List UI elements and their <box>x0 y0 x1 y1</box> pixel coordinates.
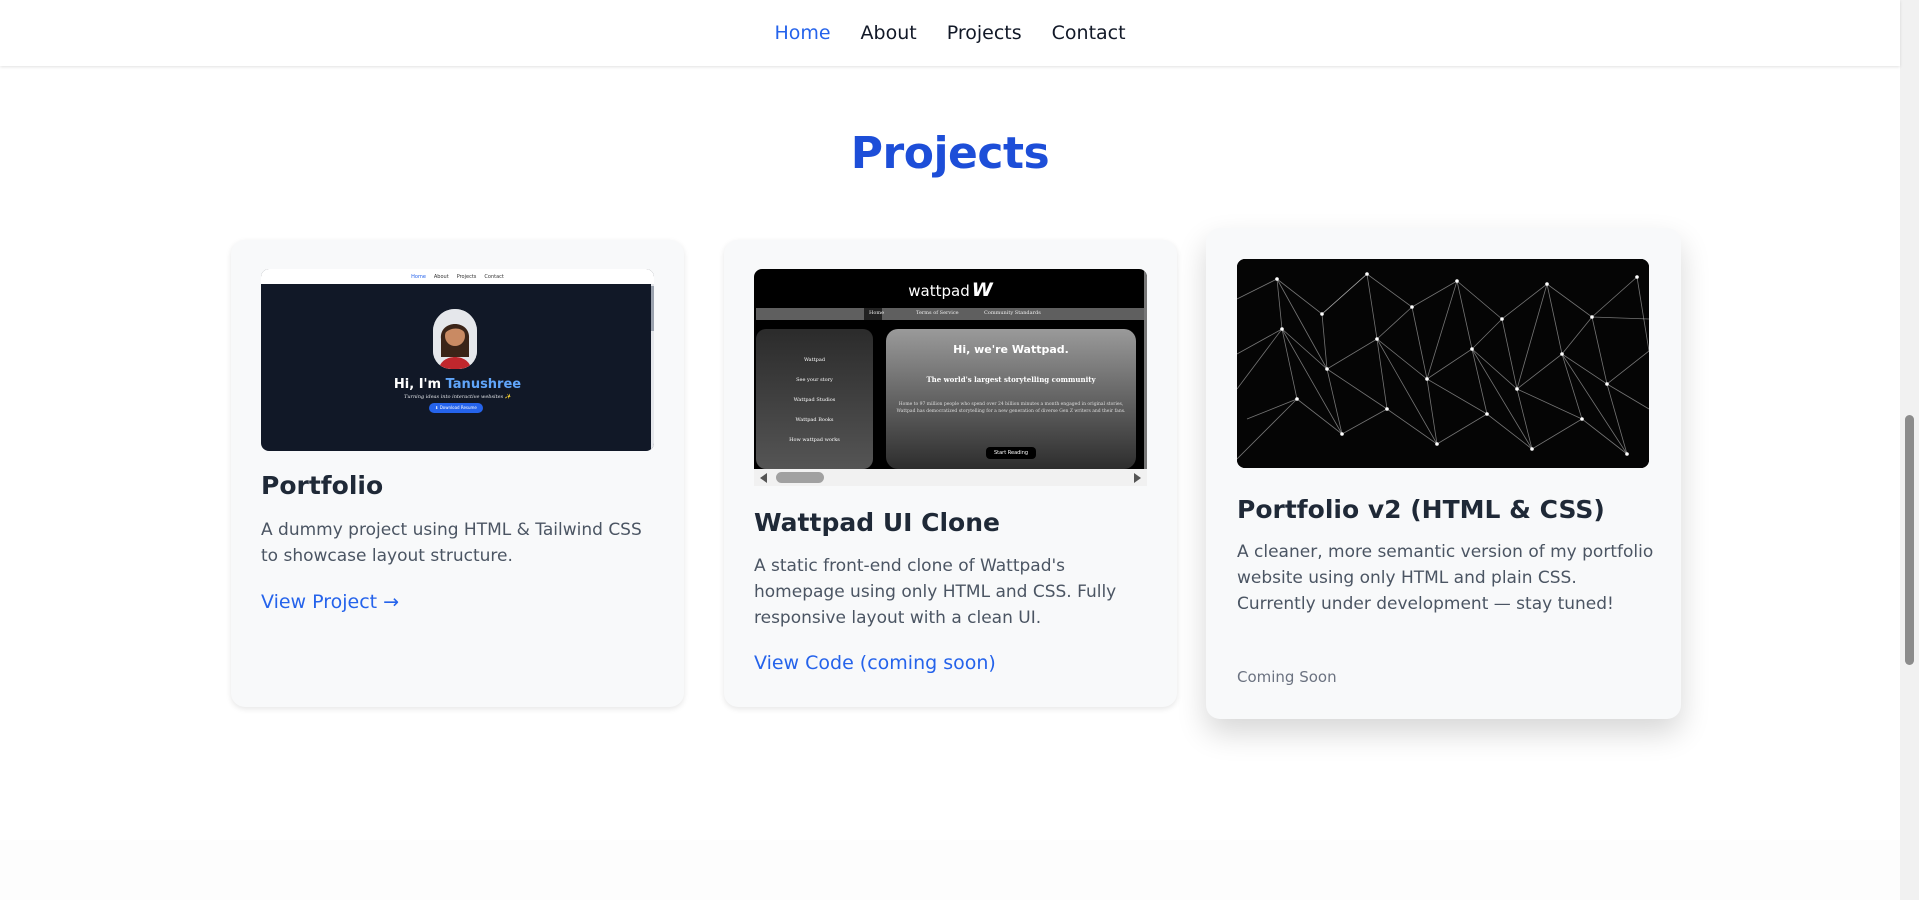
preview-hero-text: Home to 97 million people who spend over… <box>896 402 1126 414</box>
network-image <box>1237 259 1649 468</box>
project-card-portfolio-v2: Portfolio v2 (HTML & CSS) A cleaner, mor… <box>1206 228 1681 719</box>
preview-tab-terms: Terms of Service <box>916 310 959 316</box>
preview-greeting: Hi, I'm Tanushree <box>261 377 654 392</box>
preview-tab-community: Community Standards <box>984 310 1041 316</box>
preview-hero-button: Start Reading <box>986 447 1036 459</box>
nav-link-projects[interactable]: Projects <box>947 22 1022 44</box>
nav-link-home[interactable]: Home <box>774 22 830 44</box>
preview-tab-bar: Home Terms of Service Community Standard… <box>756 308 1145 320</box>
preview-tagline: Turning ideas into interactive websites … <box>404 394 511 400</box>
preview-side-item: Wattpad <box>803 357 826 363</box>
preview-nav-contact: Contact <box>484 273 504 280</box>
preview-nav-about: About <box>433 273 449 280</box>
project-thumbnail-portfolio: Home About Projects Contact Hi, I'm Tanu… <box>261 269 654 451</box>
page-scrollbar-thumb[interactable] <box>1905 415 1914 665</box>
horizontal-scrollbar[interactable] <box>754 469 1147 486</box>
scroll-left-icon[interactable] <box>760 473 767 483</box>
preview-side-item: Wattpad Books <box>795 417 834 423</box>
page-scrollbar[interactable] <box>1900 0 1919 900</box>
preview-side-item: Wattpad Studios <box>793 397 836 403</box>
preview-scrollbar <box>651 284 654 451</box>
preview-greeting-text: Hi, I'm <box>393 377 442 392</box>
project-title: Wattpad UI Clone <box>754 508 1000 537</box>
preview-navbar: Home About Projects Contact <box>261 269 654 284</box>
preview-nav-home: Home <box>411 273 426 280</box>
project-thumbnail-network <box>1237 259 1649 468</box>
section-title: Projects <box>850 128 1050 179</box>
preview-download-button: ⬇ Download Resume <box>429 403 483 413</box>
wattpad-logo: wattpad W <box>754 279 1147 301</box>
preview-nav-projects: Projects <box>456 273 477 280</box>
preview-hero-subtitle: The world's largest storytelling communi… <box>926 375 1096 384</box>
top-navbar: Home About Projects Contact <box>0 0 1900 66</box>
project-card-wattpad: wattpad W Home Terms of Service Community… <box>724 240 1177 707</box>
wattpad-logo-mark: W <box>971 279 993 301</box>
preview-hero: Hi, we're Wattpad. The world's largest s… <box>886 329 1136 469</box>
preview-hero-title: Hi, we're Wattpad. <box>953 343 1069 356</box>
project-title: Portfolio v2 (HTML & CSS) <box>1237 495 1605 524</box>
preview-tab-home: Home <box>869 310 885 316</box>
project-description: A dummy project using HTML & Tailwind CS… <box>261 520 642 566</box>
preview-side-item: See your story <box>796 377 833 383</box>
nav-link-contact[interactable]: Contact <box>1052 22 1126 44</box>
preview-sidebar: Wattpad See your story Wattpad Studios W… <box>756 329 873 469</box>
project-card-portfolio: Home About Projects Contact Hi, I'm Tanu… <box>231 240 684 707</box>
project-description: A static front-end clone of Wattpad's ho… <box>754 556 1117 628</box>
project-title: Portfolio <box>261 471 384 500</box>
scroll-right-icon[interactable] <box>1134 473 1141 483</box>
project-thumbnail-wattpad: wattpad W Home Terms of Service Community… <box>754 269 1147 469</box>
next-section-edge <box>0 840 1900 900</box>
nav-link-about[interactable]: About <box>861 22 917 44</box>
scrollbar-thumb[interactable] <box>776 472 824 483</box>
preview-side-item: How wattpad works <box>789 437 840 443</box>
avatar <box>433 309 477 369</box>
preview-scrollbar <box>1144 269 1147 469</box>
wattpad-logo-text: wattpad <box>908 282 970 300</box>
status-badge: Coming Soon <box>1237 668 1337 686</box>
project-description: A cleaner, more semantic version of my p… <box>1237 542 1654 614</box>
preview-name: Tanushree <box>445 377 522 392</box>
view-project-link[interactable]: View Project → <box>261 591 399 613</box>
view-code-link[interactable]: View Code (coming soon) <box>754 652 996 674</box>
